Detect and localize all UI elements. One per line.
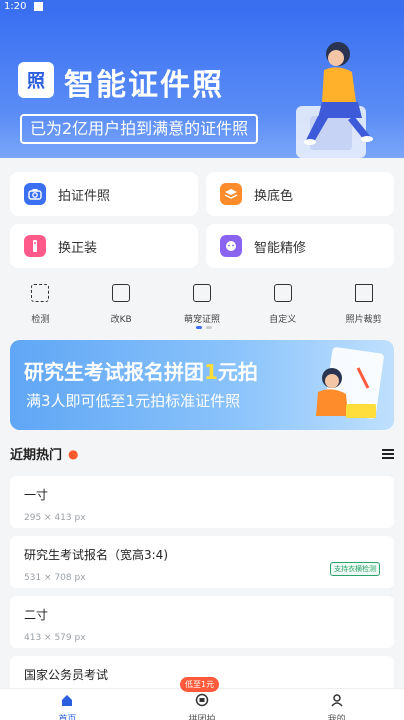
reading-girl-icon [316, 347, 384, 419]
smart-retouch-label: 智能精修 [254, 240, 307, 256]
bottom-nav: 首页 低至1元 拼团拍 我的 [0, 677, 404, 720]
tool-custom[interactable]: 自定义 [251, 278, 315, 325]
hero-slogan: 已为2亿用户拍到满意的证件照 [20, 114, 259, 144]
change-background-label: 换底色 [254, 188, 294, 204]
main-content: 拍证件照 换底色 换正装 智能精修 检测 改KB 萌宠证照 自定义 照片裁剪 研… [0, 158, 404, 708]
banner-subline: 满3人即可低至1元拍标准证件照 [26, 392, 241, 410]
face-icon [220, 235, 242, 257]
change-suit-label: 换正装 [58, 240, 98, 256]
tool-pet-photo[interactable]: 萌宠证照 [170, 278, 234, 325]
primary-actions: 拍证件照 换底色 换正装 智能精修 [10, 172, 394, 268]
section-title: 近期热门 [10, 448, 63, 463]
nav-group-buy[interactable]: 低至1元 拼团拍 [162, 677, 242, 720]
camera-icon [24, 183, 46, 205]
list-item[interactable]: 研究生考试报名（宽高3:4) 531 × 708 px 支持衣横检测 [10, 536, 394, 588]
group-icon [195, 693, 209, 707]
promo-badge: 低至1元 [179, 677, 220, 692]
change-suit-button[interactable]: 换正装 [10, 224, 198, 268]
take-id-photo-button[interactable]: 拍证件照 [10, 172, 198, 216]
home-icon [62, 695, 73, 706]
edit-file-icon [112, 284, 131, 302]
nav-mine[interactable]: 我的 [297, 689, 377, 720]
girl-illustration-icon [296, 42, 373, 158]
status-time: 1:20 [4, 1, 27, 12]
hero-title: 智能证件照 [64, 68, 224, 103]
list-item[interactable]: 二寸 413 × 579 px [10, 596, 394, 648]
smart-retouch-button[interactable]: 智能精修 [206, 224, 394, 268]
tool-crop[interactable]: 照片裁剪 [332, 278, 396, 325]
scan-icon [31, 284, 50, 302]
status-bar: 1:20 [0, 0, 404, 14]
tool-detect[interactable]: 检测 [8, 278, 72, 325]
feature-badge: 支持衣横检测 [330, 562, 380, 576]
change-background-button[interactable]: 换底色 [206, 172, 394, 216]
tool-change-kb[interactable]: 改KB [89, 278, 153, 325]
plus-square-icon [273, 284, 292, 302]
app-logo-icon: 照 [18, 62, 54, 98]
hero-header: 照 智能证件照 已为2亿用户拍到满意的证件照 [0, 14, 404, 158]
layers-icon [220, 183, 242, 205]
page-indicator [196, 326, 212, 329]
section-header: 近期热门 ● [10, 444, 394, 463]
fire-icon: ● [68, 446, 79, 461]
list-menu-icon[interactable] [382, 448, 394, 459]
crop-icon [354, 284, 373, 302]
group-buy-banner[interactable]: 研究生考试报名拼团1元拍 满3人即可低至1元拍标准证件照 [10, 340, 394, 430]
suit-icon [24, 235, 46, 257]
banner-headline: 研究生考试报名拼团1元拍 [24, 360, 258, 384]
list-item[interactable]: 一寸 295 × 413 px [10, 476, 394, 528]
notification-icon [34, 2, 44, 11]
nav-home[interactable]: 首页 [27, 689, 107, 720]
tool-row: 检测 改KB 萌宠证照 自定义 照片裁剪 [0, 278, 404, 325]
plus-square-icon [192, 284, 211, 302]
user-icon [331, 694, 343, 707]
take-id-photo-label: 拍证件照 [58, 188, 111, 204]
